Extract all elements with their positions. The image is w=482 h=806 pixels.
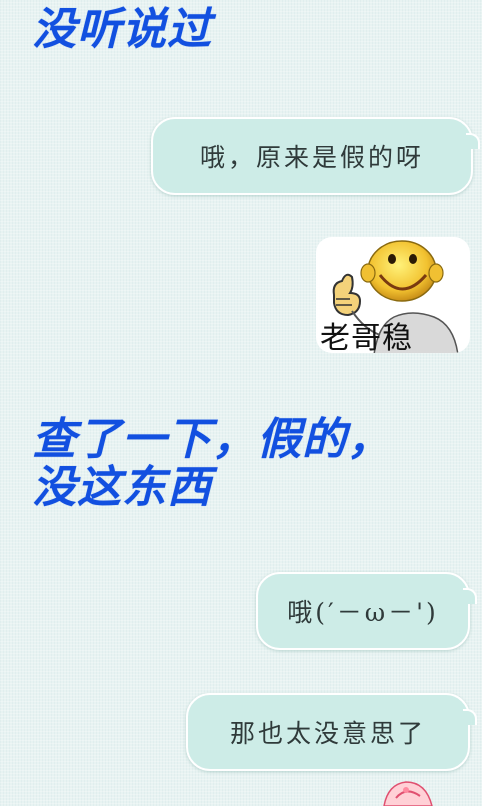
incoming-message-text: 没听说过 <box>32 4 212 55</box>
outgoing-message-text: 哦(′－ω－') <box>287 598 439 627</box>
sticker-message[interactable]: 老哥稳 <box>316 237 470 353</box>
incoming-message-line-1: 查了一下，假的， <box>32 414 392 465</box>
incoming-message-line-2: 没这东西 <box>32 462 212 513</box>
incoming-message-text: 查了一下，假的， 没这东西 <box>32 416 472 512</box>
outgoing-message-bubble[interactable]: 那也太没意思了 <box>186 693 477 771</box>
partial-avatar-icon <box>383 781 433 806</box>
outgoing-message-bubble[interactable]: 哦(′－ω－') <box>256 572 477 650</box>
outgoing-message-text: 哦，原来是假的呀 <box>199 143 424 172</box>
outgoing-message-text: 那也太没意思了 <box>229 719 426 748</box>
sticker-caption: 老哥稳 <box>320 321 413 353</box>
outgoing-message-bubble[interactable]: 哦，原来是假的呀 <box>151 117 480 195</box>
